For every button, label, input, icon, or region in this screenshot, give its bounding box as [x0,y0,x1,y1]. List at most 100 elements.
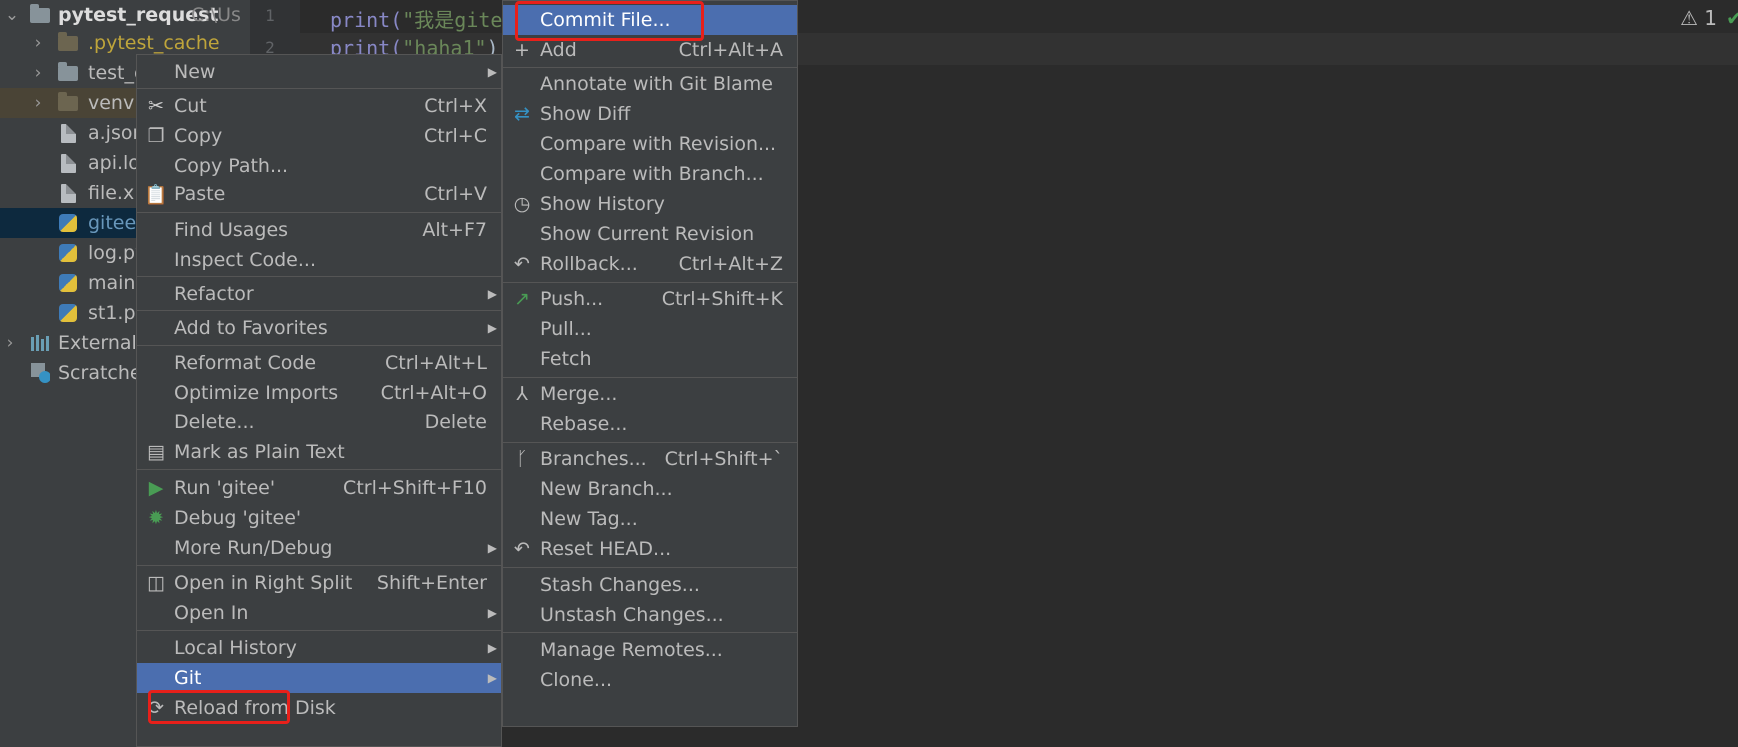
menu-separator [503,442,797,443]
menu-item-new[interactable]: New ▶ [137,57,501,87]
menu-item-show-history[interactable]: ◷ Show History [503,189,797,219]
menu-item-clone[interactable]: Clone... [503,665,797,695]
menu-item-merge[interactable]: ⅄ Merge... [503,379,797,409]
menu-item-paste[interactable]: 📋 Paste Ctrl+V [137,179,501,209]
menu-item-refactor[interactable]: Refactor ▶ [137,279,501,309]
tree-item-label: gitee. [88,212,143,234]
menu-item-label: Debug 'gitee' [174,507,302,529]
chevron-right-icon[interactable]: › [2,333,18,353]
annotation-highlight-commit [515,1,704,41]
tree-root-row[interactable]: ⌄ pytest_request C:\Us [0,0,250,30]
menu-item-label: Clone... [540,669,613,691]
menu-item-label: Annotate with Git Blame [540,73,773,95]
warning-icon: ⚠ [1680,6,1698,30]
push-icon: ↗ [514,288,530,310]
menu-item-label: Manage Remotes... [540,639,723,661]
menu-item-label: Show Current Revision [540,223,755,245]
chevron-right-icon[interactable]: › [30,33,46,53]
debug-icon: ✹ [148,507,164,529]
menu-item-open-in[interactable]: Open In ▶ [137,598,501,628]
menu-item-label: Show History [540,193,665,215]
folder-icon [58,61,78,83]
python-file-icon [58,243,78,263]
menu-item-stash-changes[interactable]: Stash Changes... [503,570,797,600]
context-menu: New ▶ ✂ Cut Ctrl+X ❐ Copy Ctrl+C Copy Path... 📋 Pa… [136,54,502,747]
menu-item-compare-with-branch[interactable]: Compare with Branch... [503,159,797,189]
menu-item-pull[interactable]: Pull... [503,314,797,344]
menu-item-label: More Run/Debug [174,537,333,559]
menu-item-shortcut: Ctrl+Shift+K [661,288,783,310]
copy-icon: ❐ [147,125,165,147]
chevron-right-icon[interactable]: › [30,63,46,83]
menu-item-show-current-revision[interactable]: Show Current Revision [503,219,797,249]
scratches-icon [30,363,50,383]
menu-item-new-branch[interactable]: New Branch... [503,474,797,504]
menu-item-more-run-debug[interactable]: More Run/Debug ▶ [137,533,501,563]
menu-item-push[interactable]: ↗ Push... Ctrl+Shift+K [503,284,797,314]
warning-indicator[interactable]: ⚠ 1 [1680,6,1717,30]
menu-item-compare-with-revision[interactable]: Compare with Revision... [503,129,797,159]
tree-item-label: venv [88,92,135,114]
menu-item-label: Add [540,39,577,61]
menu-item-delete[interactable]: Delete... Delete [137,407,501,437]
menu-item-shortcut: Ctrl+Alt+O [380,382,487,404]
file-icon [58,183,78,203]
menu-item-reset-head[interactable]: ↶ Reset HEAD... [503,534,797,564]
code-line-1[interactable]: print("我是gite [330,4,502,33]
menu-item-debug-gitee[interactable]: ✹ Debug 'gitee' [137,503,501,533]
menu-item-branches[interactable]: ᚴ Branches... Ctrl+Shift+` [503,444,797,474]
menu-item-label: Inspect Code... [174,249,316,271]
chevron-right-icon[interactable]: › [30,93,46,113]
json-file-icon [58,123,78,143]
menu-item-label: Push... [540,288,604,310]
menu-separator [503,567,797,568]
menu-item-label: Rollback... [540,253,638,275]
menu-item-manage-remotes[interactable]: Manage Remotes... [503,635,797,665]
menu-item-label: Compare with Revision... [540,133,777,155]
submenu-arrow-icon: ▶ [487,671,497,685]
chevron-down-icon[interactable]: ⌄ [4,5,20,25]
menu-item-local-history[interactable]: Local History ▶ [137,633,501,663]
menu-item-shortcut: Ctrl+X [424,95,487,117]
menu-separator [137,469,501,470]
code-token: print( [330,8,403,32]
menu-item-add-to-favorites[interactable]: Add to Favorites ▶ [137,313,501,343]
menu-item-show-diff[interactable]: ⇄ Show Diff [503,99,797,129]
menu-item-find-usages[interactable]: Find Usages Alt+F7 [137,215,501,245]
annotation-highlight-git [148,690,290,724]
menu-item-reformat-code[interactable]: Reformat Code Ctrl+Alt+L [137,348,501,378]
menu-item-unstash-changes[interactable]: Unstash Changes... [503,600,797,630]
menu-item-copy[interactable]: ❐ Copy Ctrl+C [137,121,501,151]
check-icon[interactable]: ✔ [1726,6,1738,30]
menu-item-new-tag[interactable]: New Tag... [503,504,797,534]
menu-item-rebase[interactable]: Rebase... [503,409,797,439]
folder-icon [30,3,50,25]
menu-item-label: Reset HEAD... [540,538,672,560]
menu-item-annotate-with-git-blame[interactable]: Annotate with Git Blame [503,69,797,99]
menu-item-shortcut: Ctrl+Alt+A [678,39,783,61]
menu-item-run-gitee[interactable]: ▶ Run 'gitee' Ctrl+Shift+F10 [137,473,501,503]
submenu-arrow-icon: ▶ [487,606,497,620]
menu-separator [137,88,501,89]
menu-item-label: Find Usages [174,219,289,241]
menu-separator [137,310,501,311]
line-number: 1 [265,6,275,25]
menu-item-shortcut: Alt+F7 [422,219,487,241]
menu-item-label: Stash Changes... [540,574,700,596]
menu-item-mark-as-plain-text[interactable]: ▤ Mark as Plain Text [137,437,501,467]
python-file-icon [58,303,78,323]
menu-item-fetch[interactable]: Fetch [503,344,797,374]
menu-item-copy-path[interactable]: Copy Path... [137,151,501,181]
scissors-icon: ✂ [148,95,164,117]
menu-item-label: Optimize Imports [174,382,339,404]
split-icon: ◫ [147,572,165,594]
menu-item-label: Fetch [540,348,592,370]
menu-separator [137,276,501,277]
menu-item-rollback[interactable]: ↶ Rollback... Ctrl+Alt+Z [503,249,797,279]
menu-item-cut[interactable]: ✂ Cut Ctrl+X [137,91,501,121]
menu-item-optimize-imports[interactable]: Optimize Imports Ctrl+Alt+O [137,378,501,408]
menu-item-git[interactable]: Git ▶ [137,663,501,693]
tree-item-label: .pytest_cache [88,32,220,54]
menu-item-inspect-code[interactable]: Inspect Code... [137,245,501,275]
menu-item-open-in-right-split[interactable]: ◫ Open in Right Split Shift+Enter [137,568,501,598]
